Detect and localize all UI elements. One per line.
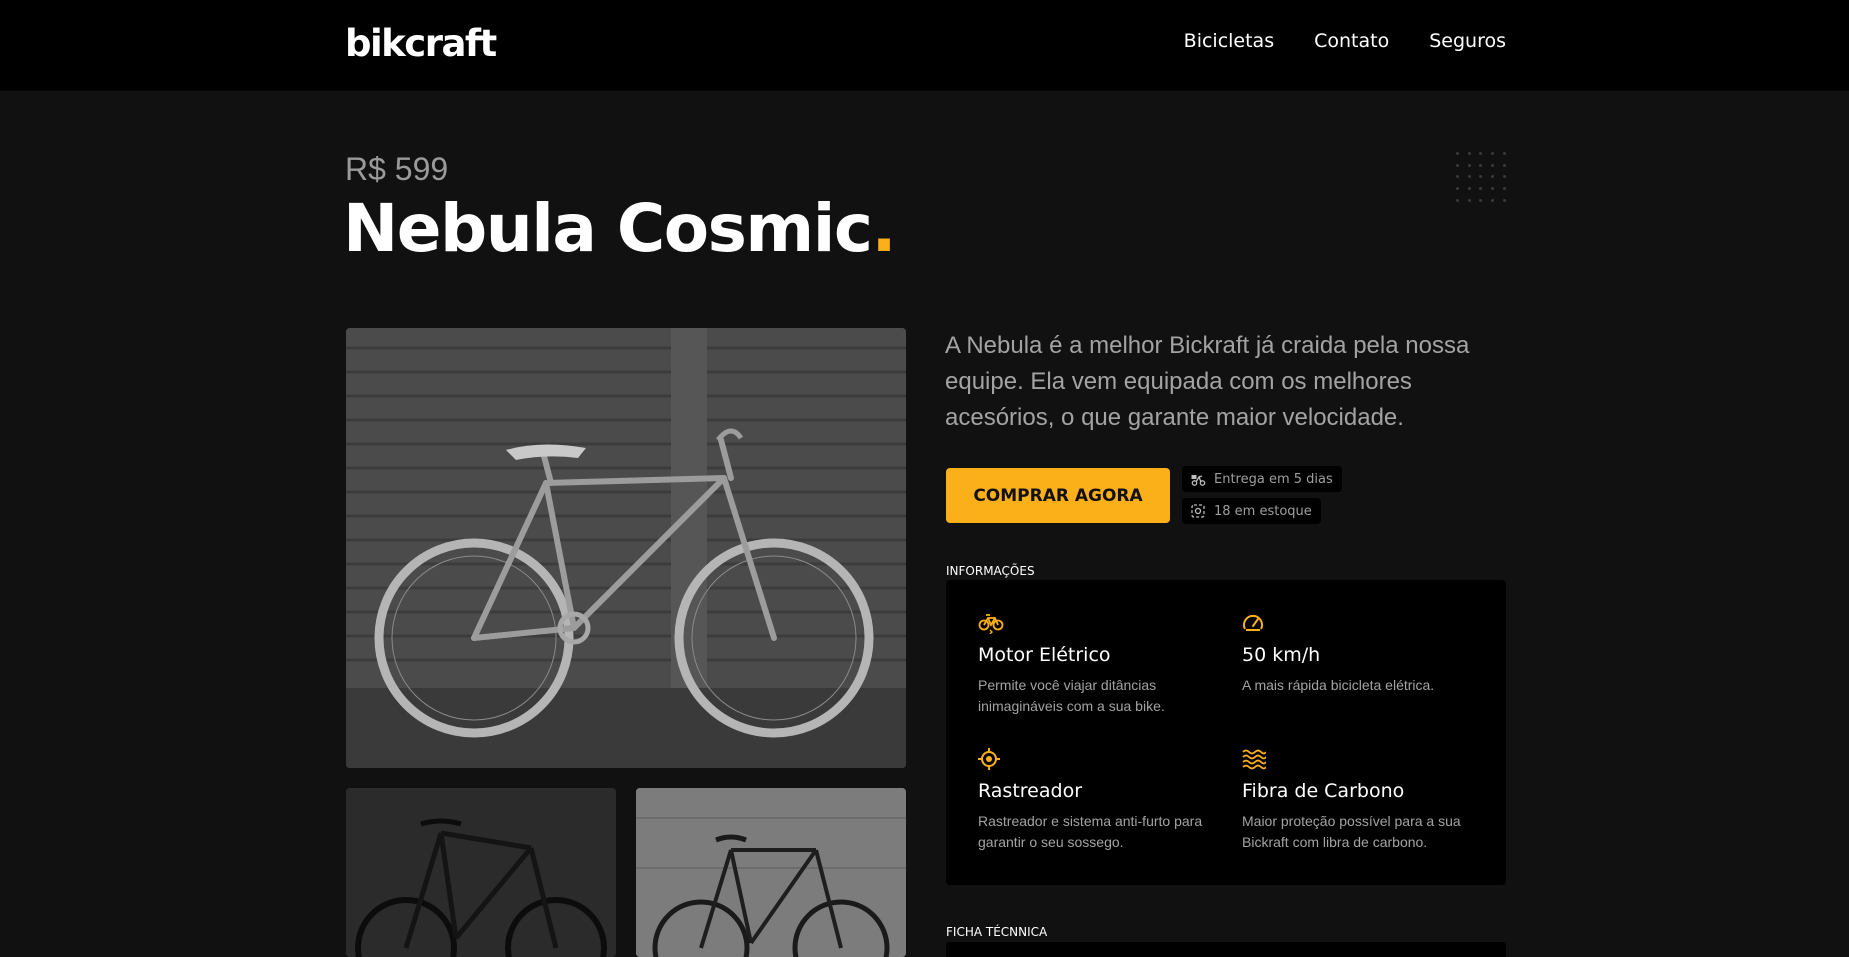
delivery-text: Entrega em 5 dias [1214, 471, 1333, 487]
main-nav: Bicicletas Contato Seguros [1184, 30, 1506, 52]
feature-motor: Motor Elétrico Permite você viajar ditân… [978, 612, 1213, 717]
logo[interactable]: bikcraft [345, 22, 497, 65]
speedometer-icon [1242, 612, 1266, 636]
feature-text: Maior proteção possível para a sua Bickr… [1242, 813, 1461, 850]
product-price: R$ 599 [345, 151, 449, 187]
product-photo-thumb-2[interactable] [636, 788, 906, 957]
info-section-label: INFORMAÇÕES [946, 564, 1035, 578]
delivery-icon [1190, 471, 1206, 487]
tracker-icon [978, 748, 1002, 772]
stock-text: 18 em estoque [1214, 503, 1312, 519]
feature-title: Fibra de Carbono [1242, 780, 1405, 802]
product-photo-main[interactable] [346, 328, 906, 768]
feature-text: A mais rápida bicicleta elétrica. [1242, 677, 1435, 693]
decorative-dots [1452, 148, 1510, 206]
feature-title: 50 km/h [1242, 644, 1321, 666]
bike-icon [978, 612, 1004, 636]
feature-title: Motor Elétrico [978, 644, 1111, 666]
bike-photo-thumb-image [636, 788, 906, 957]
stock-icon [1190, 503, 1206, 519]
product-photo-thumb-1[interactable] [346, 788, 616, 957]
feature-carbon: Fibra de Carbono Maior proteção possível… [1242, 748, 1477, 853]
ficha-section-label: FICHA TÉCNNICA [946, 925, 1048, 939]
nav-link-bicicletas[interactable]: Bicicletas [1184, 30, 1274, 52]
feature-text: Rastreador e sistema anti-furto para gar… [978, 813, 1203, 850]
feature-title: Rastreador [978, 780, 1082, 802]
product-title: Nebula Cosmic. [343, 190, 897, 267]
nav-link-seguros[interactable]: Seguros [1429, 30, 1506, 52]
info-panel: Motor Elétrico Permite você viajar ditân… [946, 580, 1506, 885]
product-description: A Nebula é a melhor Bickraft já craida p… [945, 332, 1470, 431]
delivery-badge: Entrega em 5 dias [1182, 466, 1342, 492]
buy-now-button[interactable]: COMPRAR AGORA [946, 468, 1170, 523]
title-accent-dot: . [871, 190, 896, 267]
carbon-fiber-icon [1242, 748, 1267, 772]
bike-photo-image [346, 328, 906, 768]
nav-link-contato[interactable]: Contato [1314, 30, 1389, 52]
stock-badge: 18 em estoque [1182, 498, 1321, 524]
feature-text: Permite você viajar ditâncias inimagináv… [978, 677, 1165, 714]
bike-photo-thumb-image [346, 788, 616, 957]
site-header: bikcraft Bicicletas Contato Seguros [0, 0, 1849, 91]
feature-speed: 50 km/h A mais rápida bicicleta elétrica… [1242, 612, 1477, 696]
product-name: Nebula Cosmic [343, 190, 873, 267]
ficha-panel [946, 942, 1506, 957]
feature-tracker: Rastreador Rastreador e sistema anti-fur… [978, 748, 1213, 853]
